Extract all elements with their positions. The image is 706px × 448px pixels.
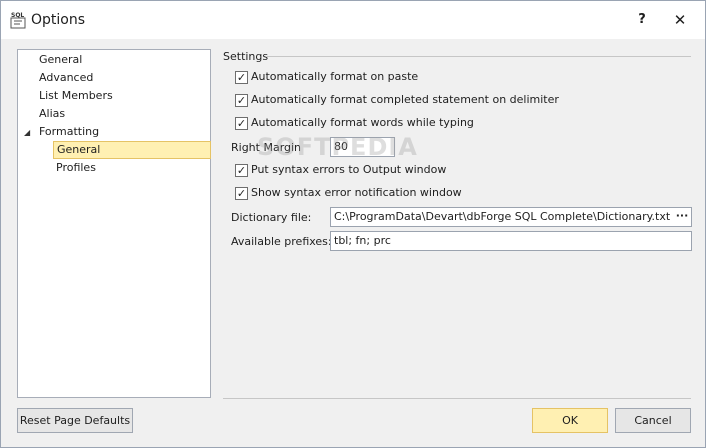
sql-app-icon: SQL — [10, 12, 26, 29]
dictionary-file-label: Dictionary file: — [231, 211, 312, 224]
tree-item-list-members[interactable]: List Members — [36, 88, 116, 104]
bottom-divider — [223, 398, 691, 399]
reset-page-defaults-button[interactable]: Reset Page Defaults — [17, 408, 133, 433]
check-icon[interactable]: ✓ — [235, 164, 248, 177]
checkbox-label: Automatically format on paste — [251, 70, 419, 83]
checkbox-label: Show syntax error notification window — [251, 186, 462, 199]
close-button[interactable]: ✕ — [666, 9, 694, 31]
browse-button[interactable]: ··· — [674, 208, 690, 226]
tree-item-formatting[interactable]: Formatting — [36, 124, 102, 140]
available-prefixes-label: Available prefixes: — [231, 235, 332, 248]
checkbox-label: Put syntax errors to Output window — [251, 163, 447, 176]
tree-item-general[interactable]: General — [36, 52, 85, 68]
svg-text:SQL: SQL — [11, 12, 24, 19]
cancel-button[interactable]: Cancel — [615, 408, 691, 433]
dictionary-file-input[interactable]: C:\ProgramData\Devart\dbForge SQL Comple… — [330, 207, 692, 227]
help-button[interactable]: ? — [628, 9, 656, 31]
ok-button[interactable]: OK — [532, 408, 608, 433]
tree-item-profiles[interactable]: Profiles — [53, 160, 99, 176]
window-title: Options — [31, 12, 86, 28]
check-icon[interactable]: ✓ — [235, 117, 248, 130]
options-dialog: SQL Options ? ✕ General Advanced List Me… — [0, 0, 706, 448]
title-bar: SQL Options ? ✕ — [1, 1, 705, 39]
settings-divider — [267, 56, 691, 57]
checkbox-label: Automatically format completed statement… — [251, 93, 559, 106]
check-icon[interactable]: ✓ — [235, 94, 248, 107]
watermark: SOFTPEDIA — [257, 133, 418, 161]
available-prefixes-input[interactable]: tbl; fn; prc — [330, 231, 692, 251]
check-icon[interactable]: ✓ — [235, 71, 248, 84]
tree-item-formatting-general[interactable]: General — [53, 141, 211, 159]
check-icon[interactable]: ✓ — [235, 187, 248, 200]
settings-group-title: Settings — [223, 50, 269, 63]
checkbox-label: Automatically format words while typing — [251, 116, 474, 129]
tree-item-alias[interactable]: Alias — [36, 106, 68, 122]
expand-arrow-icon[interactable]: ◢ — [24, 128, 30, 137]
options-tree[interactable]: General Advanced List Members Alias ◢ Fo… — [17, 49, 211, 398]
tree-item-advanced[interactable]: Advanced — [36, 70, 96, 86]
